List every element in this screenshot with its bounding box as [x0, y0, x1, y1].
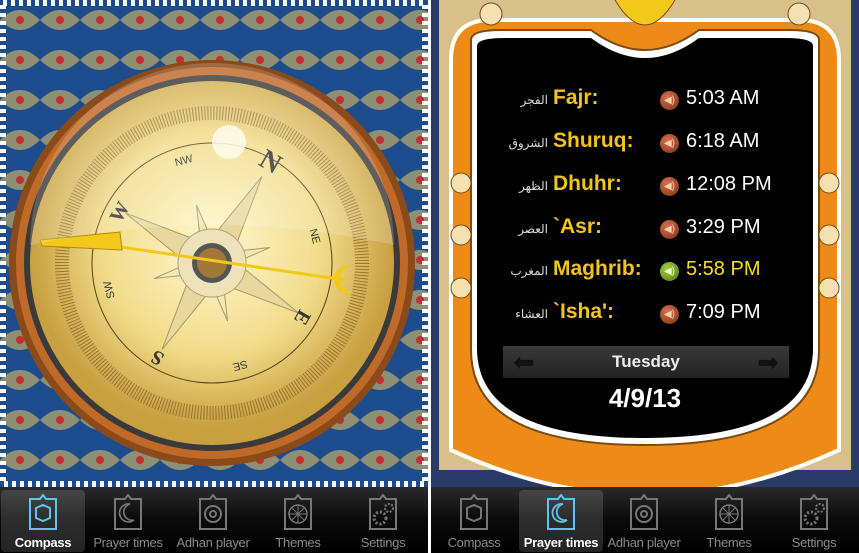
speaker-icon[interactable]: ◀)	[660, 91, 679, 110]
gear-icon	[369, 494, 397, 530]
tab-adhan-player[interactable]: Adhan player	[602, 490, 686, 552]
compass-rose-icon	[284, 494, 312, 530]
prayer-time: 5:58 PM	[686, 258, 761, 280]
gear-icon	[800, 494, 828, 530]
tab-adhan-player[interactable]: Adhan player	[171, 490, 255, 552]
crescent-star-icon	[547, 494, 575, 530]
prayer-time: 12:08 PM	[686, 173, 772, 195]
tab-label: Adhan player	[176, 535, 250, 550]
prayer-name: `Isha':	[553, 300, 615, 323]
prayer-name: Shuruq:	[553, 129, 634, 152]
compass[interactable]: N E S W NE SE SW NW	[0, 0, 428, 487]
prayer-row-maghrib: المغرب Maghrib: ◀) 5:58 PM	[431, 253, 859, 293]
compass-screen: N E S W NE SE SW NW Compass Prayer times…	[0, 0, 428, 553]
prayer-row-dhuhr: الظهر Dhuhr: ◀) 12:08 PM	[431, 168, 859, 208]
prayer-row-asr: العصر `Asr: ◀) 3:29 PM	[431, 211, 859, 251]
date-label: 4/9/13	[608, 383, 682, 413]
prayer-row-fajr: الفجر Fajr: ◀) 5:03 AM	[431, 82, 859, 122]
tab-label: Settings	[360, 535, 406, 550]
prayer-times-screen: الفجر Fajr: ◀) 5:03 AM الشروق Shuruq: ◀) 6:18 …	[431, 0, 859, 553]
prayer-time: 6:18 AM	[686, 130, 760, 152]
speaker-icon[interactable]: ◀)	[660, 177, 679, 196]
tab-bar: Compass Prayer times Adhan player Themes…	[0, 487, 428, 553]
prayer-time: 5:03 AM	[686, 87, 760, 109]
tab-themes[interactable]: Themes	[256, 490, 340, 552]
speaker-icon[interactable]: ◀)	[660, 305, 679, 324]
prayer-row-shuruq: الشروق Shuruq: ◀) 6:18 AM	[431, 125, 859, 165]
prayer-time: 7:09 PM	[686, 301, 761, 323]
speaker-icon-active[interactable]: ◀)	[660, 262, 679, 281]
speaker-icon[interactable]: ◀)	[660, 220, 679, 239]
tab-themes[interactable]: Themes	[687, 490, 771, 552]
kaaba-icon	[460, 494, 488, 530]
speaker-icon	[199, 494, 227, 530]
compass-rose-icon	[715, 494, 743, 530]
tab-label: Prayer times	[523, 535, 599, 550]
tab-label: Compass	[447, 535, 501, 550]
tab-label: Themes	[275, 535, 321, 550]
prayer-name: Dhuhr:	[553, 172, 622, 195]
day-bar: ⬅ Tuesday ➡	[503, 346, 789, 378]
crescent-star-icon	[114, 494, 142, 530]
arabic-name: الشروق	[508, 136, 548, 150]
tab-label: Prayer times	[93, 535, 163, 550]
tab-label: Compass	[14, 535, 72, 550]
prayer-name: Maghrib:	[553, 257, 642, 280]
tab-label: Themes	[706, 535, 752, 550]
next-day-arrow-icon[interactable]: ➡	[757, 346, 779, 378]
arabic-name: العصر	[518, 222, 548, 236]
arabic-name: العشاء	[515, 307, 548, 321]
tab-bar: Compass Prayer times Adhan player Themes…	[431, 487, 859, 553]
tab-settings[interactable]: Settings	[341, 490, 425, 552]
prayer-time: 3:29 PM	[686, 216, 761, 238]
tab-label: Settings	[791, 535, 837, 550]
kaaba-icon	[29, 494, 57, 530]
day-label: Tuesday	[612, 352, 680, 371]
speaker-icon	[630, 494, 658, 530]
tab-compass[interactable]: Compass	[432, 490, 516, 552]
tab-compass[interactable]: Compass	[1, 490, 85, 552]
arabic-name: الظهر	[519, 179, 548, 193]
tab-prayer-times[interactable]: Prayer times	[519, 490, 603, 552]
arabic-name: الفجر	[520, 93, 548, 107]
tab-prayer-times[interactable]: Prayer times	[86, 490, 170, 552]
prayer-name: Fajr:	[553, 86, 599, 109]
prayer-row-isha: العشاء `Isha': ◀) 7:09 PM	[431, 296, 859, 336]
tab-settings[interactable]: Settings	[772, 490, 856, 552]
tab-label: Adhan player	[607, 535, 681, 550]
prayer-name: `Asr:	[553, 215, 603, 238]
arabic-name: المغرب	[510, 264, 548, 278]
speaker-icon[interactable]: ◀)	[660, 134, 679, 153]
